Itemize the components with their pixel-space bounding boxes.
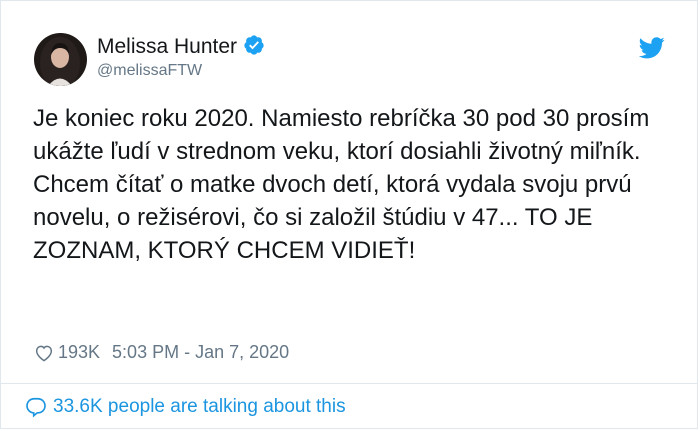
- avatar[interactable]: [34, 33, 87, 86]
- tweet-meta: 193K 5:03 PM - Jan 7, 2020: [34, 342, 289, 363]
- timestamp[interactable]: 5:03 PM - Jan 7, 2020: [112, 342, 289, 363]
- display-name-text[interactable]: Melissa Hunter: [97, 35, 237, 58]
- tweet-card: Melissa Hunter @melissaFTW Je koniec rok…: [0, 0, 698, 429]
- conversation-link[interactable]: 33.6K people are talking about this: [25, 396, 346, 418]
- heart-outline-icon[interactable]: [34, 343, 54, 363]
- display-name[interactable]: Melissa Hunter: [97, 34, 265, 59]
- conversation-link-label[interactable]: 33.6K people are talking about this: [53, 396, 346, 418]
- avatar-photo-icon: [34, 33, 87, 86]
- like-count[interactable]: 193K: [58, 342, 100, 363]
- verified-badge-icon: [244, 35, 264, 55]
- tweet-text: Je koniec roku 2020. Namiesto rebríčka 3…: [33, 105, 650, 264]
- divider: [1, 383, 697, 384]
- speech-bubble-icon: [26, 397, 46, 418]
- handle[interactable]: @melissaFTW: [97, 62, 202, 80]
- twitter-bird-icon[interactable]: [639, 37, 665, 59]
